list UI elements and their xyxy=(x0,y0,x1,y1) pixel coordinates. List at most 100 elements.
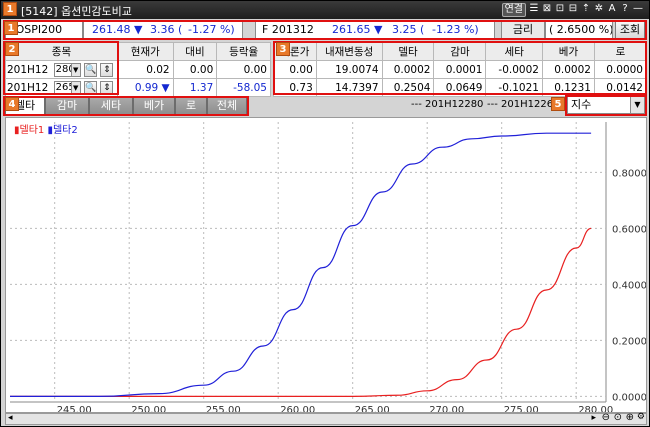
zoom-in-icon[interactable]: ⊕ xyxy=(626,412,634,423)
index-rate: -1.27 %) xyxy=(188,23,235,36)
future-change: 3.25 ( xyxy=(392,23,425,36)
symbol-cell: 201H12 265 ▼ 🔍 ⇕ xyxy=(5,78,118,97)
rho-cell: 0.0142 xyxy=(593,78,648,97)
horizontal-scrollbar[interactable]: ◂ ▸ ⊖ ⊙ ⊕ ⚙ xyxy=(5,412,647,425)
col-header-price: 현재가 xyxy=(116,42,174,61)
legend-label-2: 델타2 xyxy=(52,125,78,136)
menu-icon[interactable]: ☰ xyxy=(529,3,539,17)
col-header-theta: 세타 xyxy=(485,42,543,61)
pin-icon[interactable]: ⇡ xyxy=(581,3,591,17)
index-quote: 261.48 ▼ 3.36 ( -1.27 %) xyxy=(83,21,243,39)
col-header-vega: 베가 xyxy=(541,42,595,61)
tab-rho[interactable]: 로 xyxy=(175,97,207,115)
font-icon[interactable]: A xyxy=(607,3,617,17)
badge-1: 1 xyxy=(3,2,17,16)
chart-settings-icon[interactable]: ⚙ xyxy=(637,412,645,422)
settings-icon[interactable]: ✲ xyxy=(594,3,604,17)
future-rate: -1.23 %) xyxy=(432,23,479,36)
screen-icon[interactable]: ⊟ xyxy=(568,3,578,17)
search-icon[interactable]: 🔍 xyxy=(84,80,97,95)
scroll-left-icon[interactable]: ◂ xyxy=(8,413,13,423)
badge-2: 2 xyxy=(5,42,19,56)
symbol-cell: 201H12 280 ▼ 🔍 ⇕ xyxy=(5,60,118,79)
table-row[interactable]: 0.00 19.0074 0.0002 0.0001 -0.0002 0.000… xyxy=(273,60,648,79)
legend-series1: --- 201H12280 xyxy=(411,99,484,110)
iv-cell: 19.0074 xyxy=(315,60,383,79)
table-row[interactable]: 201H12 280 ▼ 🔍 ⇕ 0.02 0.00 0.00 xyxy=(5,60,271,79)
gamma-cell: 0.0001 xyxy=(433,60,487,79)
zoom-out-icon[interactable]: ⊖ xyxy=(602,412,610,423)
y-tick-label: 0.8000 xyxy=(612,168,646,179)
query-button[interactable]: 조회 xyxy=(615,21,645,39)
diff-cell: 1.37 xyxy=(172,78,218,97)
y-tick-label: 0.4000 xyxy=(612,280,646,291)
tab-vega[interactable]: 베가 xyxy=(133,97,175,115)
tab-all[interactable]: 전체 xyxy=(207,97,247,115)
col-header-rate: 등락율 xyxy=(216,42,271,61)
col-header-iv: 내재변동성 xyxy=(315,42,383,61)
updown-icon[interactable]: ⇕ xyxy=(100,80,114,95)
col-header-gamma: 감마 xyxy=(433,42,487,61)
index-change: 3.36 ( xyxy=(150,23,183,36)
x-tick-label: 265.00 xyxy=(355,405,390,412)
month-label: 201H12 xyxy=(7,81,49,94)
window-title: [5142] 옵션민감도비교 xyxy=(21,5,132,18)
app-window: 1 [5142] 옵션민감도비교 연결 ☰ ⊠ ⊡ ⊟ ⇡ ✲ A ? — KO… xyxy=(0,0,650,427)
rate-cell: -58.05 xyxy=(216,78,271,97)
badge-1-label: 1 xyxy=(4,21,18,35)
minimize-icon[interactable]: — xyxy=(633,3,643,17)
rate-cell: 0.00 xyxy=(216,60,271,79)
chevron-down-icon: ▼ xyxy=(630,97,644,113)
x-tick-label: 280.00 xyxy=(578,405,613,412)
iv-cell: 14.7397 xyxy=(315,78,383,97)
title-bar: 1 [5142] 옵션민감도비교 연결 ☰ ⊠ ⊡ ⊟ ⇡ ✲ A ? — xyxy=(1,1,649,19)
tab-gamma[interactable]: 감마 xyxy=(45,97,89,115)
x-tick-label: 245.00 xyxy=(57,405,92,412)
chart-legend: ▮델타1 ▮델타2 xyxy=(14,121,78,136)
series-line-1 xyxy=(10,227,592,398)
gamma-cell: 0.0649 xyxy=(433,78,487,97)
badge-4: 4 xyxy=(5,97,19,111)
theory-cell: 0.73 xyxy=(273,78,317,97)
interest-label: 금리 xyxy=(501,21,545,39)
zoom-reset-icon[interactable]: ⊙ xyxy=(614,412,622,423)
month-label: 201H12 xyxy=(7,63,49,76)
y-tick-label: 0.2000 xyxy=(612,336,646,347)
help-icon[interactable]: ? xyxy=(620,3,630,17)
badge-3: 3 xyxy=(276,42,290,56)
chevron-down-icon: ▼ xyxy=(70,63,80,76)
tab-theta[interactable]: 세타 xyxy=(89,97,133,115)
table-row[interactable]: 201H12 265 ▼ 🔍 ⇕ 0.99 ▼ 1.37 -58.05 xyxy=(5,78,271,97)
legend-label-1: 델타1 xyxy=(19,125,45,136)
legend-series2: --- 201H12265 xyxy=(487,99,560,110)
future-price: 261.65 ▼ xyxy=(332,23,383,36)
index-price: 261.48 ▼ xyxy=(92,23,143,36)
col-header-rho: 로 xyxy=(593,42,648,61)
x-tick-label: 275.00 xyxy=(504,405,539,412)
col-header-delta: 델타 xyxy=(381,42,435,61)
price-cell: 0.02 xyxy=(116,60,174,79)
xaxis-select[interactable]: 지수 ▼ xyxy=(567,96,645,114)
future-name: F 201312 xyxy=(262,23,314,36)
delta-cell: 0.0002 xyxy=(381,60,435,79)
vega-cell: 0.1231 xyxy=(541,78,595,97)
x-tick-label: 250.00 xyxy=(131,405,166,412)
rho-cell: 0.0000 xyxy=(593,60,648,79)
copy-icon[interactable]: ⊡ xyxy=(555,3,565,17)
greeks-table: 이론가 내재변동성 델타 감마 세타 베가 로 0.00 19.0074 0.0… xyxy=(273,42,648,97)
link-button[interactable]: 연결 xyxy=(501,3,526,17)
scroll-right-icon[interactable]: ▸ xyxy=(591,413,596,423)
theta-cell: -0.0002 xyxy=(485,60,543,79)
updown-icon[interactable]: ⇕ xyxy=(100,62,114,77)
strike-select[interactable]: 280 ▼ xyxy=(53,62,81,77)
col-header-diff: 대비 xyxy=(172,42,218,61)
x-tick-label: 260.00 xyxy=(280,405,315,412)
price-cell: 0.99 ▼ xyxy=(116,78,174,97)
table-row[interactable]: 0.73 14.7397 0.2504 0.0649 -0.1021 0.123… xyxy=(273,78,648,97)
future-quote: F 201312 261.65 ▼ 3.25 ( -1.23 %) xyxy=(255,21,495,39)
print-icon[interactable]: ⊠ xyxy=(542,3,552,17)
y-tick-label: 0.6000 xyxy=(612,224,646,235)
strike-select[interactable]: 265 ▼ xyxy=(53,80,81,95)
search-icon[interactable]: 🔍 xyxy=(84,62,97,77)
chart-area[interactable]: 245.00 250.00 255.00 260.00 265.00 270.00 275.… xyxy=(5,117,647,413)
